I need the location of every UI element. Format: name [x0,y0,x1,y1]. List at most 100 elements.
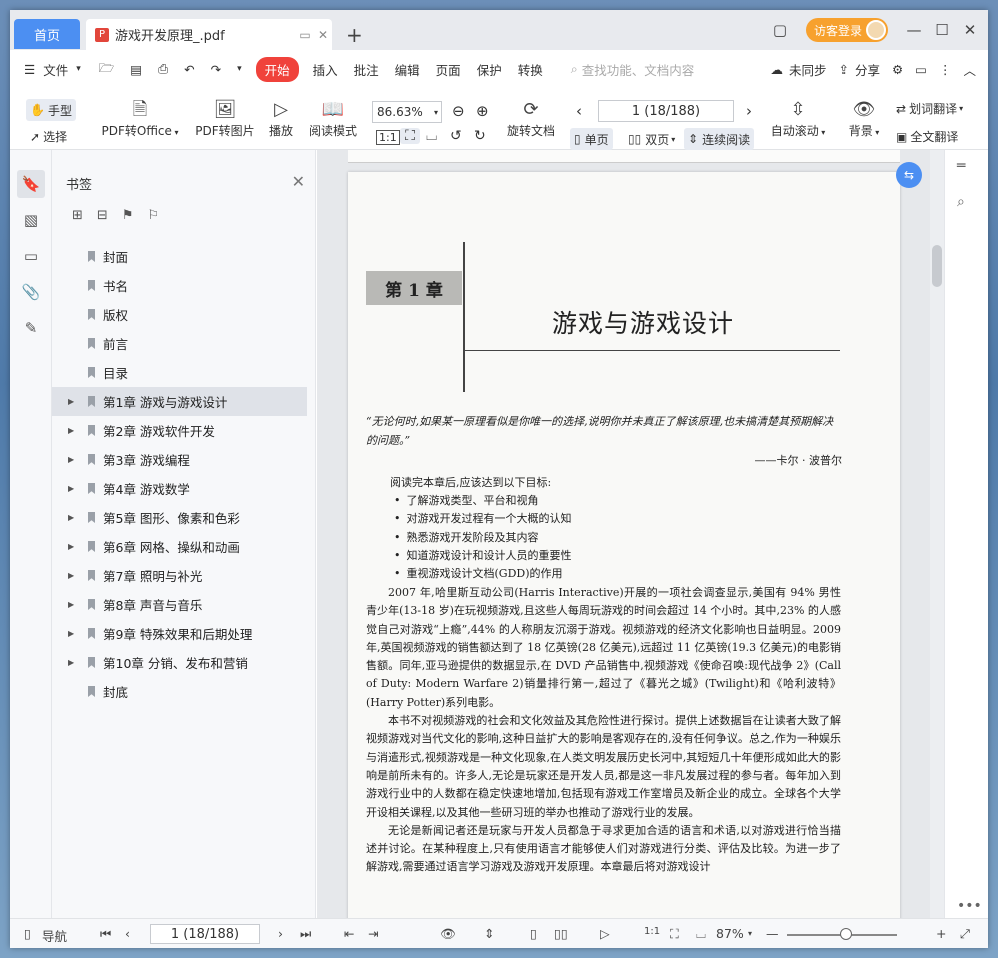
settings-icon[interactable]: ⚙ [886,62,909,77]
search-doc-icon[interactable]: ⌕ [957,194,965,210]
maximize-icon[interactable]: ☐ [928,21,956,39]
background-button[interactable]: 👁 背景 ▾ [844,98,884,139]
bookmark-item[interactable]: ▶ 第6章 网格、操纵和动画 [52,532,315,561]
expand-arrow-icon[interactable]: ▶ [68,600,74,609]
comment-panel-icon[interactable]: ▭ [17,242,45,270]
expand-arrow-icon[interactable]: ▶ [68,426,74,435]
pin-icon[interactable]: ▭ [296,28,314,42]
scrollbar-thumb[interactable] [932,245,942,287]
actual-size-icon[interactable]: 1:1 [644,926,660,937]
prev-page-icon[interactable]: ‹ [576,102,582,120]
expand-arrow-icon[interactable]: ▶ [68,658,74,667]
comment-icon[interactable]: ▭ [909,62,933,77]
menu-annotate[interactable]: 批注 [346,60,387,79]
bookmark-add-icon[interactable]: ⚑ [122,208,134,223]
zoom-out-icon[interactable]: ⊖ [452,102,465,120]
float-tool-icon[interactable]: ⇆ [896,162,922,188]
bookmark-item[interactable]: 前言 [52,329,315,358]
home-tab[interactable]: 首页 [14,19,80,49]
menu-start[interactable]: 开始 [255,56,299,82]
zoom-in-icon[interactable]: + [936,926,946,941]
hand-tool-button[interactable]: ✋ 手型 [26,99,76,121]
first-page-icon[interactable]: ⏮ [100,926,111,942]
bookmark-panel-icon[interactable]: 🔖 [17,170,45,198]
eye-icon[interactable]: 👁 [440,926,456,942]
bookmark-item[interactable]: ▶ 第4章 游戏数学 [52,474,315,503]
fit-width-icon[interactable]: ⌴ [426,128,437,144]
single-page-button[interactable]: ▯ 单页 [570,128,613,150]
close-icon[interactable]: ✕ [292,172,305,191]
menu-convert[interactable]: 转换 [510,60,551,79]
prev-page-icon[interactable]: ‹ [125,926,130,941]
chevron-down-icon[interactable]: ▾ [748,929,752,938]
actual-size-icon[interactable]: 1:1 [376,130,400,145]
share-button[interactable]: 分享 [855,60,886,79]
zoom-select[interactable]: 86.63% ▾ [372,101,442,123]
zoom-in-icon[interactable]: ⊕ [476,102,489,120]
bookmark-item[interactable]: ▶ 第2章 游戏软件开发 [52,416,315,445]
chevron-down-icon[interactable]: ▾ [76,64,91,74]
next-page-icon[interactable]: › [278,926,283,941]
last-page-icon[interactable]: ⏭ [300,926,311,942]
collapse-ribbon-icon[interactable]: ︿ [957,60,988,79]
expand-arrow-icon[interactable]: ▶ [68,571,74,580]
word-translate-button[interactable]: ⇄ 划词翻译 ▾ [896,100,963,117]
multi-window-icon[interactable]: ▢ [766,21,794,39]
sync-icon[interactable]: ☁ [764,62,789,77]
save-icon[interactable]: ▤ [122,62,150,77]
add-sub-bookmark-icon[interactable]: ⊟ [97,208,108,223]
auto-scroll-button[interactable]: ⇳ 自动滚动 ▾ [768,98,828,139]
hamburger-icon[interactable]: ☰ [10,62,43,77]
menu-protect[interactable]: 保护 [469,60,510,79]
more-icon[interactable]: ⋮ [933,62,958,77]
zoom-out-icon[interactable]: — [766,926,779,941]
play-icon[interactable]: ▷ [600,926,610,941]
double-page-icon[interactable]: ▯▯ [554,926,568,941]
expand-arrow-icon[interactable]: ▶ [68,513,74,522]
bookmark-item[interactable]: ▶ 第9章 特殊效果和后期处理 [52,619,315,648]
bookmark-item[interactable]: ▶ 第5章 图形、像素和色彩 [52,503,315,532]
bookmark-item[interactable]: 版权 [52,300,315,329]
play-button[interactable]: ▷ 播放 [266,98,296,139]
menu-edit[interactable]: 编辑 [387,60,428,79]
document-view[interactable]: 第 1 章 游戏与游戏设计 “无论何时,如果某一原理看似是你唯一的选择,说明你并… [317,150,944,918]
bookmark-item[interactable]: ▶ 第3章 游戏编程 [52,445,315,474]
bookmark-item[interactable]: 封面 [52,242,315,271]
menu-page[interactable]: 页面 [428,60,469,79]
status-zoom-value[interactable]: 87% [716,926,744,941]
select-tool-button[interactable]: ➚ 选择 [30,128,67,145]
bookmark-item[interactable]: 封底 [52,677,315,706]
expand-arrow-icon[interactable]: ▶ [68,455,74,464]
fullscreen-icon[interactable]: ⤢ [960,926,970,942]
bookmark-item[interactable]: 书名 [52,271,315,300]
nav-label[interactable]: 导航 [42,926,67,945]
bookmark-item[interactable]: 目录 [52,358,315,387]
next-page-icon[interactable]: › [746,102,752,120]
thumbnail-panel-icon[interactable]: ▧ [17,206,45,234]
rotate-left-icon[interactable]: ↺ [450,128,462,144]
nav-panel-icon[interactable]: ▯ [24,926,31,941]
redo-icon[interactable]: ↷ [203,62,229,77]
print-icon[interactable]: ⎙ [150,61,176,77]
close-window-icon[interactable]: ✕ [956,21,984,39]
page-number-input[interactable]: 1 (18/188) [598,100,734,122]
more-icon[interactable]: ••• [957,898,982,914]
double-page-button[interactable]: ▯▯ 双页 ▾ [628,128,675,150]
menu-file[interactable]: 文件 [43,60,76,79]
document-tab[interactable]: P 游戏开发原理_.pdf ▭ ✕ [86,19,332,50]
minimize-icon[interactable]: — [900,21,928,39]
pdf-to-image-button[interactable]: 🖼 PDF转图片 [194,98,256,139]
expand-icon[interactable]: ═ [957,158,965,174]
fit-width-icon[interactable]: ⌴ [696,926,706,942]
expand-arrow-icon[interactable]: ▶ [68,484,74,493]
forward-icon[interactable]: ⇥ [368,926,378,941]
fit-page-icon[interactable]: ⛶ [670,926,679,942]
login-button[interactable]: 访客登录 [805,18,888,42]
share-icon[interactable]: ⇪ [832,62,854,77]
search-box[interactable]: ⌕ 查找功能、文档内容 [571,60,721,79]
single-page-icon[interactable]: ▯ [530,926,537,941]
bookmark-item[interactable]: ▶ 第8章 声音与音乐 [52,590,315,619]
undo-icon[interactable]: ↶ [176,62,202,77]
fit-page-icon[interactable]: ⛶ [400,128,420,144]
expand-arrow-icon[interactable]: ▶ [68,629,74,638]
